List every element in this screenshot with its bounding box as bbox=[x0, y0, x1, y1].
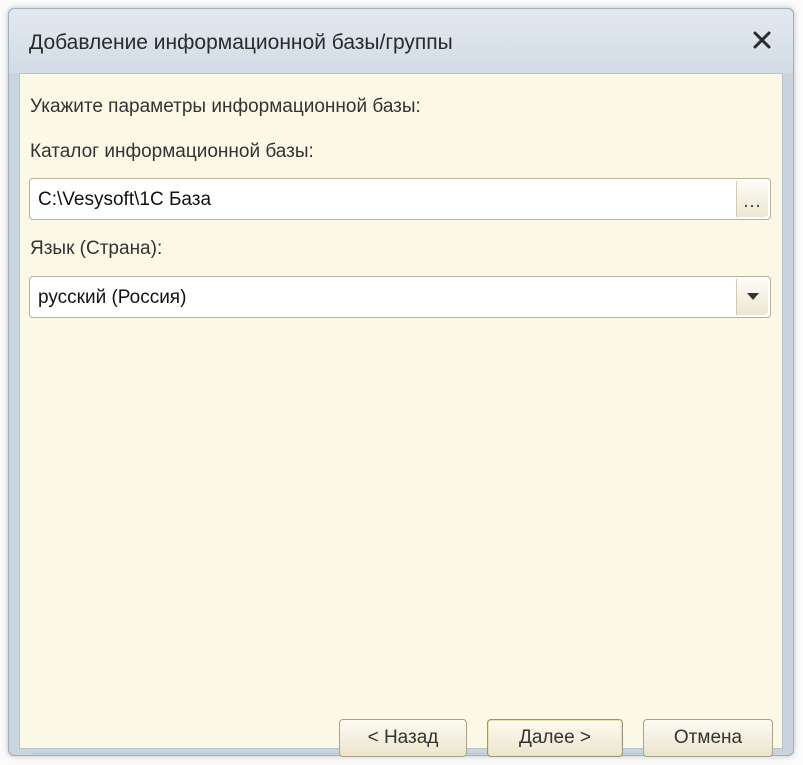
next-button[interactable]: Далее > bbox=[487, 719, 623, 757]
back-button[interactable]: < Назад bbox=[339, 719, 467, 757]
close-button[interactable] bbox=[745, 23, 779, 57]
browse-ellipsis-icon: ... bbox=[743, 190, 762, 211]
browse-button[interactable]: ... bbox=[736, 181, 768, 217]
form-heading: Укажите параметры информационной базы: bbox=[30, 96, 421, 117]
dialog-title: Добавление информационной базы/группы bbox=[29, 31, 453, 54]
language-select-value: русский (Россия) bbox=[38, 287, 187, 308]
title-bar[interactable]: Добавление информационной базы/группы bbox=[9, 9, 793, 73]
chevron-down-icon bbox=[746, 293, 759, 300]
language-label: Язык (Страна): bbox=[30, 238, 163, 259]
screen-background: Добавление информационной базы/группы Ук… bbox=[0, 0, 803, 765]
catalog-label: Каталог информационной базы: bbox=[30, 141, 314, 162]
catalog-field[interactable]: C:\Vesysoft\1C База ... bbox=[29, 178, 771, 220]
language-dropdown-button[interactable] bbox=[736, 279, 768, 315]
catalog-input-value: C:\Vesysoft\1C База bbox=[38, 189, 212, 210]
close-icon bbox=[753, 31, 771, 49]
dialog-window: Добавление информационной базы/группы Ук… bbox=[8, 8, 794, 757]
cancel-button[interactable]: Отмена bbox=[643, 719, 773, 757]
dialog-content: Укажите параметры информационной базы: К… bbox=[19, 73, 783, 754]
language-select[interactable]: русский (Россия) bbox=[29, 276, 771, 318]
